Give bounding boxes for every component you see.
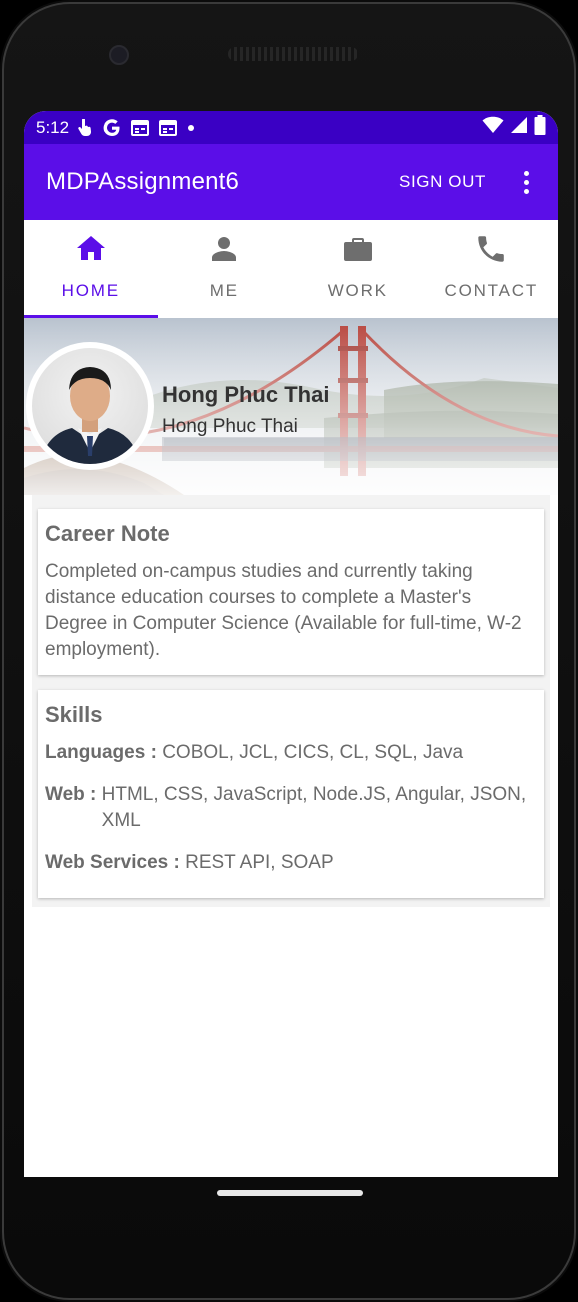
calendar-icon — [159, 119, 178, 136]
touch-icon — [77, 118, 93, 137]
career-note-text: Completed on-campus studies and currentl… — [45, 561, 522, 660]
avatar-photo — [32, 348, 148, 464]
skill-value: COBOL, JCL, CICS, CL, SQL, Java — [162, 742, 464, 763]
career-note-card: Career Note Completed on-campus studies … — [38, 509, 544, 675]
sign-out-button[interactable]: SIGN OUT — [399, 172, 486, 192]
content-area: Career Note Completed on-campus studies … — [32, 495, 550, 907]
tab-label: ME — [209, 281, 239, 300]
phone-icon — [478, 236, 505, 267]
google-icon — [103, 118, 121, 137]
person-icon — [211, 236, 237, 267]
dot-icon — [187, 124, 195, 132]
status-right-icons — [482, 115, 546, 140]
phone-frame: 5:12 MDPAssignment6 SIGN OUT HOME ME WOR… — [0, 0, 578, 1302]
skills-title: Skills — [45, 702, 103, 727]
tab-me[interactable]: ME — [158, 220, 292, 318]
status-bar: 5:12 — [24, 111, 558, 144]
skill-row-web-services: Web Services : REST API, SOAP — [45, 850, 536, 876]
tab-work[interactable]: WORK — [291, 220, 425, 318]
tab-bar: HOME ME WORK CONTACT — [24, 220, 558, 318]
app-title: MDPAssignment6 — [46, 168, 240, 195]
signal-icon — [510, 116, 528, 139]
front-camera — [109, 45, 129, 65]
avatar — [26, 342, 154, 470]
app-bar: MDPAssignment6 SIGN OUT — [24, 144, 558, 220]
profile-subtitle: Hong Phuc Thai — [162, 416, 298, 437]
skill-key: Web : — [45, 784, 102, 805]
profile-name: Hong Phuc Thai — [162, 382, 330, 407]
tab-label: CONTACT — [444, 281, 538, 300]
tab-home[interactable]: HOME — [24, 220, 158, 318]
wifi-icon — [482, 116, 504, 139]
skill-value: REST API, SOAP — [185, 852, 334, 873]
app-screen: 5:12 MDPAssignment6 SIGN OUT HOME ME WOR… — [24, 111, 558, 1177]
skill-row-web: Web : HTML, CSS, JavaScript, Node.JS, An… — [45, 782, 536, 834]
earpiece-speaker — [228, 47, 358, 61]
home-gesture-bar[interactable] — [217, 1190, 363, 1196]
career-note-title: Career Note — [45, 521, 170, 546]
battery-icon — [534, 115, 546, 140]
tab-contact[interactable]: CONTACT — [425, 220, 559, 318]
skill-value: HTML, CSS, JavaScript, Node.JS, Angular,… — [101, 784, 527, 831]
skill-key: Languages : — [45, 742, 163, 763]
briefcase-icon — [343, 236, 373, 267]
calendar-icon — [131, 119, 150, 136]
tab-label: HOME — [61, 281, 120, 300]
skill-row-languages: Languages : COBOL, JCL, CICS, CL, SQL, J… — [45, 740, 536, 766]
home-icon — [76, 236, 105, 267]
tab-label: WORK — [327, 281, 388, 300]
skill-key: Web Services : — [45, 852, 186, 873]
skills-card: Skills Languages : COBOL, JCL, CICS, CL,… — [38, 690, 544, 898]
profile-banner: Hong Phuc Thai Hong Phuc Thai — [24, 318, 558, 495]
status-time: 5:12 — [36, 117, 70, 137]
more-vert-icon[interactable] — [516, 170, 536, 194]
